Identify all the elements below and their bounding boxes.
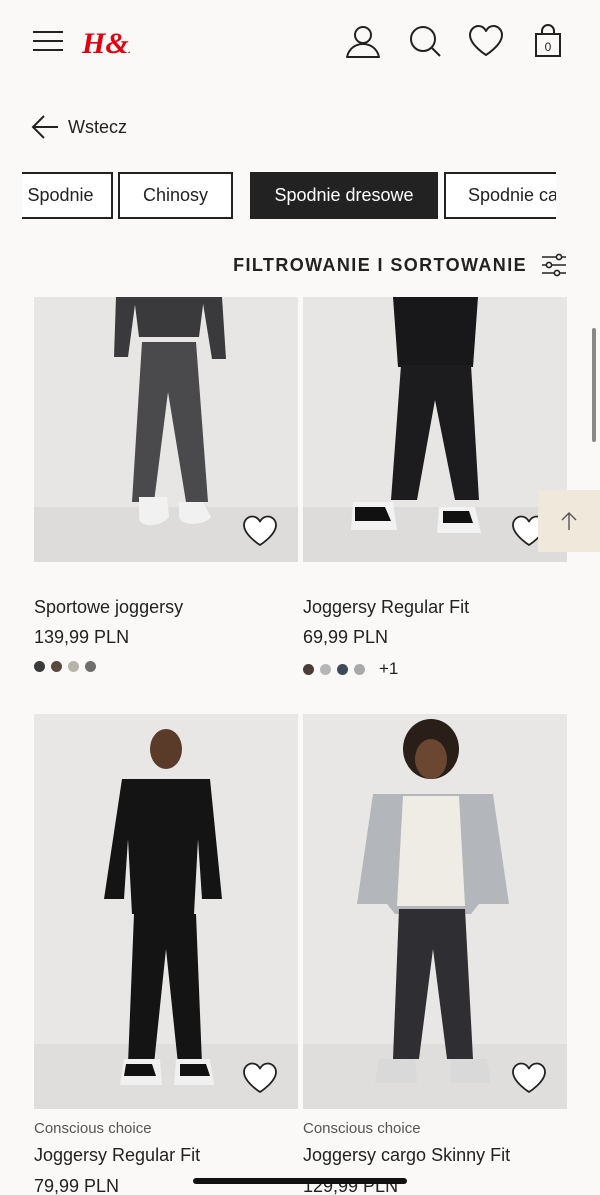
color-swatch[interactable]	[85, 661, 96, 672]
search-icon[interactable]	[406, 22, 444, 60]
product-image[interactable]	[303, 297, 567, 562]
color-swatch[interactable]	[68, 661, 79, 672]
chip-spodnie-dresowe[interactable]: Spodnie dresowe	[250, 172, 438, 219]
color-swatch[interactable]	[354, 663, 365, 675]
product-photo	[303, 714, 567, 1109]
product-price: 79,99 PLN	[34, 1176, 120, 1195]
more-colors-count[interactable]: +1	[379, 659, 398, 679]
hm-logo[interactable]: H&M	[81, 24, 157, 60]
product-price: 139,99 PLN	[34, 627, 130, 647]
home-indicator[interactable]	[193, 1178, 407, 1184]
product-card[interactable]: Conscious choice Joggersy cargo Skinny F…	[303, 714, 567, 1195]
add-to-favorites-button[interactable]	[511, 1061, 547, 1095]
add-to-favorites-button[interactable]	[242, 1061, 278, 1095]
filter-sort-button[interactable]: FILTROWANIE I SORTOWANIE	[233, 250, 567, 280]
heart-icon	[243, 1062, 277, 1093]
category-chips: Spodnie Chinosy Spodnie dresowe Spodnie …	[22, 172, 556, 219]
product-title[interactable]: Joggersy cargo Skinny Fit	[303, 1145, 510, 1166]
product-price: 69,99 PLN	[303, 627, 389, 647]
color-swatch[interactable]	[337, 663, 348, 675]
product-image[interactable]	[34, 297, 298, 562]
heart-icon	[512, 1062, 546, 1093]
menu-icon[interactable]	[33, 30, 63, 52]
sliders-icon	[542, 253, 566, 277]
scroll-to-top-button[interactable]	[538, 490, 600, 552]
chip-chinosy[interactable]: Chinosy	[118, 172, 233, 219]
color-swatch[interactable]	[303, 663, 314, 675]
product-image[interactable]	[303, 714, 567, 1109]
arrow-left-icon	[31, 115, 58, 139]
color-swatches: +1	[303, 659, 398, 679]
bag-icon[interactable]: 0	[529, 22, 567, 60]
product-image[interactable]	[34, 714, 298, 1109]
color-swatches	[34, 661, 102, 672]
color-swatch[interactable]	[51, 661, 62, 672]
chip-spodnie[interactable]: Spodnie	[22, 172, 113, 219]
product-photo	[34, 714, 298, 1109]
filter-sort-label: FILTROWANIE I SORTOWANIE	[233, 254, 527, 275]
header: H&M 0	[0, 0, 600, 86]
conscious-choice-label: Conscious choice	[34, 1120, 152, 1137]
account-icon[interactable]	[344, 22, 382, 60]
color-swatch[interactable]	[34, 661, 45, 672]
product-title[interactable]: Joggersy Regular Fit	[303, 597, 469, 618]
chip-spodnie-cargo[interactable]: Spodnie cargo	[444, 172, 556, 219]
product-title[interactable]: Joggersy Regular Fit	[34, 1145, 200, 1166]
back-label: Wstecz	[68, 116, 128, 137]
conscious-choice-label: Conscious choice	[303, 1120, 421, 1137]
product-grid: Sportowe joggersy 139,99 PLN Joggersy Re…	[0, 297, 600, 1195]
product-card[interactable]: Sportowe joggersy 139,99 PLN	[34, 297, 298, 687]
back-button[interactable]: Wstecz	[30, 112, 127, 142]
product-card[interactable]: Conscious choice Joggersy Regular Fit 79…	[34, 714, 298, 1195]
product-card[interactable]: Joggersy Regular Fit 69,99 PLN +1	[303, 297, 567, 687]
scrollbar[interactable]	[592, 328, 596, 442]
wishlist-icon[interactable]	[467, 22, 505, 60]
color-swatch[interactable]	[320, 663, 331, 675]
heart-icon	[243, 515, 277, 546]
product-title[interactable]: Sportowe joggersy	[34, 597, 183, 618]
svg-text:H&M: H&M	[82, 27, 130, 60]
add-to-favorites-button[interactable]	[242, 514, 278, 548]
arrow-up-icon	[561, 512, 577, 530]
bag-count: 0	[545, 40, 552, 54]
